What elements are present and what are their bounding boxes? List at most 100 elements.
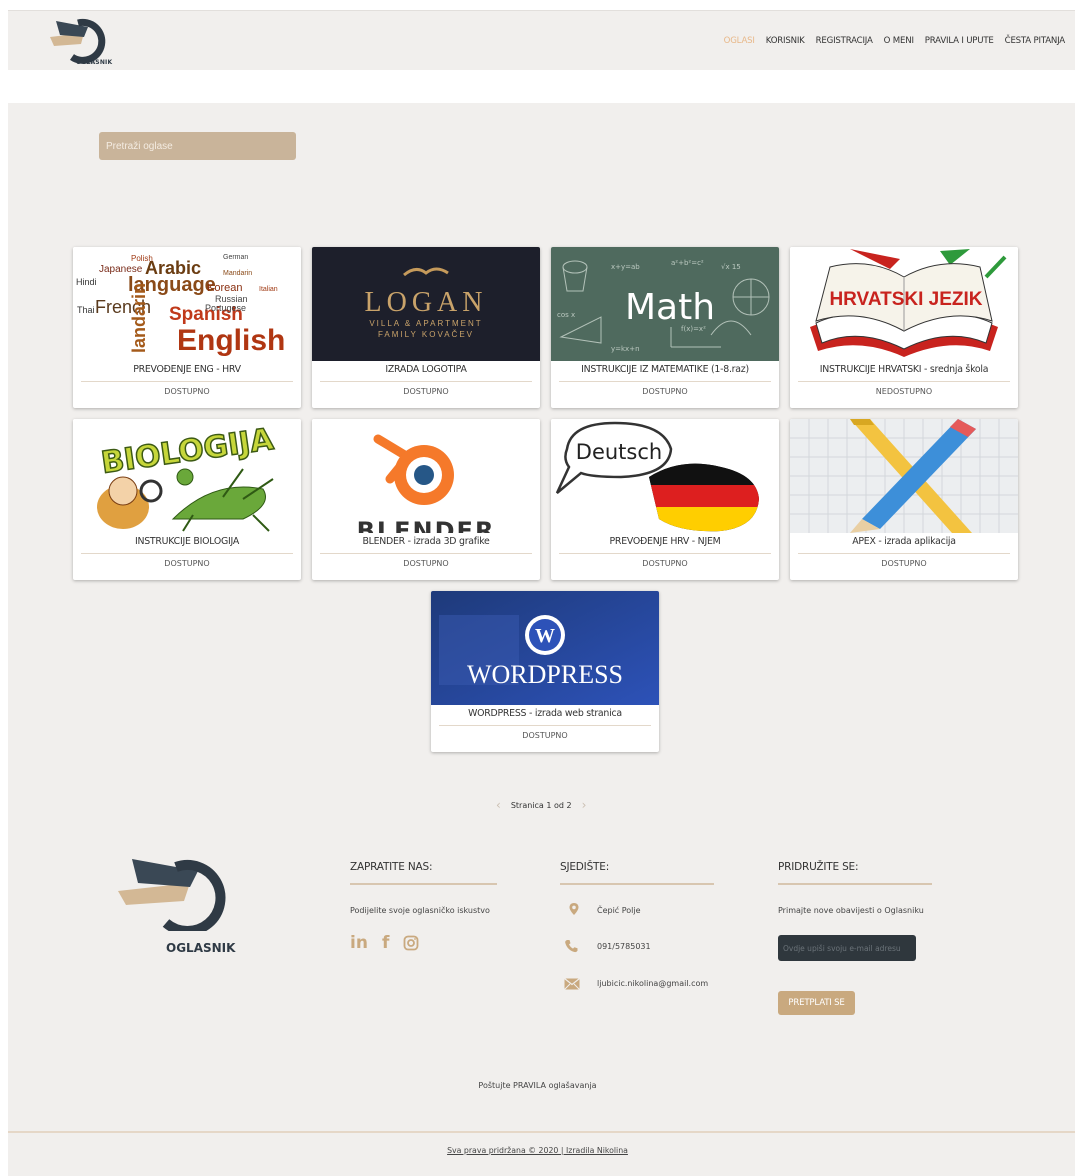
instagram-icon[interactable] xyxy=(403,935,419,951)
divider xyxy=(81,553,293,554)
ad-card-image: BIOLOGIJA xyxy=(73,419,301,533)
divider xyxy=(439,725,651,726)
svg-text:W: W xyxy=(535,625,555,647)
svg-text:BLENDER: BLENDER xyxy=(357,517,496,533)
svg-text:LOGAN: LOGAN xyxy=(365,287,488,318)
nav-item-registracija[interactable]: REGISTRACIJA xyxy=(816,36,873,46)
svg-text:Math: Math xyxy=(625,287,715,328)
ad-card-image: BLENDER xyxy=(312,419,540,533)
facebook-icon[interactable]: f xyxy=(382,933,389,953)
pagination: ‹ Stranica 1 od 2 › xyxy=(496,798,586,812)
copyright-link[interactable]: Sva prava pridržana © 2020 | Izradila Ni… xyxy=(0,1146,1075,1155)
social-links: in f xyxy=(350,933,419,953)
ad-card-status: DOSTUPNO xyxy=(403,559,449,568)
chevron-right-icon[interactable]: › xyxy=(582,798,587,812)
linkedin-icon[interactable]: in xyxy=(350,933,368,953)
rules-link[interactable]: Poštujte PRAVILA oglašavanja xyxy=(0,1081,1075,1090)
divider xyxy=(560,883,714,885)
svg-text:WORDPRESS: WORDPRESS xyxy=(467,660,623,689)
subscribe-button[interactable]: PRETPLATI SE xyxy=(778,991,855,1015)
ad-card[interactable]: APEX - izrada aplikacija DOSTUPNO xyxy=(790,419,1018,580)
ad-card-title: IZRADA LOGOTIPA xyxy=(385,364,467,375)
svg-text:Mandarin: Mandarin xyxy=(223,270,252,277)
ad-card-status: DOSTUPNO xyxy=(522,731,568,740)
ad-card[interactable]: Japanese Arabic Hindi language French Sp… xyxy=(73,247,301,408)
footer-follow-heading: ZAPRATITE NAS: xyxy=(350,861,433,873)
svg-text:Portugese: Portugese xyxy=(205,303,246,313)
ad-card-title: INSTRUKCIJE IZ MATEMATIKE (1-8.raz) xyxy=(581,364,749,375)
ad-card-title: PREVOĐENJE HRV - NJEM xyxy=(609,536,721,547)
ad-card-title: PREVOĐENJE ENG - HRV xyxy=(133,364,241,375)
ad-card-image: Deutsch xyxy=(551,419,779,533)
divider xyxy=(559,381,771,382)
footer-join-heading: PRIDRUŽITE SE: xyxy=(778,861,859,873)
svg-text:Polish: Polish xyxy=(131,254,153,263)
svg-text:√x 15: √x 15 xyxy=(721,263,741,271)
ad-card-image: HRVATSKI JEZIK xyxy=(790,247,1018,361)
svg-text:landarin: landarin xyxy=(129,283,149,353)
mail-icon xyxy=(564,978,580,990)
svg-text:HRVATSKI JEZIK: HRVATSKI JEZIK xyxy=(829,289,982,310)
search-input[interactable] xyxy=(99,132,296,160)
footer-hq-heading: SJEDIŠTE: xyxy=(560,861,610,873)
ad-card-status: DOSTUPNO xyxy=(642,559,688,568)
svg-text:a²+b²=c²: a²+b²=c² xyxy=(671,259,704,267)
footer-phone: 091/5785031 xyxy=(597,942,651,951)
nav-item-oglasi[interactable]: OGLASI xyxy=(724,36,755,46)
ad-card[interactable]: LOGAN VILLA & APARTMENT FAMILY KOVAČEV I… xyxy=(312,247,540,408)
nav-item-korisnik[interactable]: KORISNIK xyxy=(766,36,805,46)
nav-item-cesta-pitanja[interactable]: ČESTA PITANJA xyxy=(1005,36,1066,46)
phone-icon xyxy=(565,940,578,953)
page-frame: OGLASNIK OGLASI KORISNIK REGISTRACIJA O … xyxy=(8,10,1075,1176)
ad-card-image: LOGAN VILLA & APARTMENT FAMILY KOVAČEV xyxy=(312,247,540,361)
ad-card-status: DOSTUPNO xyxy=(642,387,688,396)
ad-card-status: DOSTUPNO xyxy=(881,559,927,568)
ad-card-image: x+y=ab a²+b²=c² √x 15 cos x f(x)=x² y=kx… xyxy=(551,247,779,361)
footer-email-link[interactable]: ljubicic.nikolina@gmail.com xyxy=(597,979,708,988)
divider xyxy=(320,553,532,554)
ad-card-status: DOSTUPNO xyxy=(164,559,210,568)
ad-card[interactable]: BLENDER BLENDER - izrada 3D grafike DOST… xyxy=(312,419,540,580)
main-nav: OGLASI KORISNIK REGISTRACIJA O MENI PRAV… xyxy=(724,36,1066,46)
divider xyxy=(778,883,932,885)
footer-address: Čepić Polje xyxy=(597,906,641,915)
svg-text:Korean: Korean xyxy=(207,282,242,294)
divider xyxy=(559,553,771,554)
ad-card-image xyxy=(790,419,1018,533)
ad-card-status: NEDOSTUPNO xyxy=(875,387,933,396)
ad-card[interactable]: HRVATSKI JEZIK INSTRUKCIJE HRVATSKI - sr… xyxy=(790,247,1018,408)
footer-logo-icon xyxy=(118,859,226,931)
footer-join-text: Primajte nove obavijesti o Oglasniku xyxy=(778,906,924,915)
ad-card-title: INSTRUKCIJE HRVATSKI - srednja škola xyxy=(819,364,989,375)
newsletter-email-field[interactable] xyxy=(778,935,916,961)
ad-card[interactable]: Deutsch PREVOĐENJE HRV - NJEM DOSTUPNO xyxy=(551,419,779,580)
ad-card-status: DOSTUPNO xyxy=(403,387,449,396)
svg-text:x+y=ab: x+y=ab xyxy=(611,263,640,271)
ad-card-image: Japanese Arabic Hindi language French Sp… xyxy=(73,247,301,361)
chevron-left-icon[interactable]: ‹ xyxy=(496,798,501,812)
footer-logo-text: OGLASNIK xyxy=(166,941,236,955)
svg-text:Thai: Thai xyxy=(77,305,95,315)
nav-item-o-meni[interactable]: O MENI xyxy=(884,36,914,46)
nav-item-pravila[interactable]: PRAVILA I UPUTE xyxy=(925,36,994,46)
divider xyxy=(320,381,532,382)
svg-text:German: German xyxy=(223,254,248,261)
ad-card[interactable]: W WORDPRESS WORDPRESS - izrada web stran… xyxy=(431,591,659,752)
svg-text:FAMILY KOVAČEV: FAMILY KOVAČEV xyxy=(378,330,474,339)
page-indicator: Stranica 1 od 2 xyxy=(510,800,572,810)
svg-text:cos x: cos x xyxy=(557,311,575,319)
logo-text: OGLASNIK xyxy=(76,59,113,66)
svg-text:VILLA & APARTMENT: VILLA & APARTMENT xyxy=(369,319,482,328)
ad-card-title: APEX - izrada aplikacija xyxy=(852,536,956,547)
location-pin-icon xyxy=(569,903,579,915)
ad-card[interactable]: BIOLOGIJA INSTRUKCIJE BIOLOGIJA DOSTUPNO xyxy=(73,419,301,580)
header: OGLASNIK OGLASI KORISNIK REGISTRACIJA O … xyxy=(8,11,1075,70)
header-spacer xyxy=(8,70,1075,103)
svg-text:Italian: Italian xyxy=(259,286,278,293)
ad-card-title: WORDPRESS - izrada web stranica xyxy=(468,708,622,719)
svg-text:Hindi: Hindi xyxy=(76,277,97,287)
ad-card-title: INSTRUKCIJE BIOLOGIJA xyxy=(134,536,240,547)
ad-card[interactable]: x+y=ab a²+b²=c² √x 15 cos x f(x)=x² y=kx… xyxy=(551,247,779,408)
divider xyxy=(798,553,1010,554)
divider xyxy=(81,381,293,382)
